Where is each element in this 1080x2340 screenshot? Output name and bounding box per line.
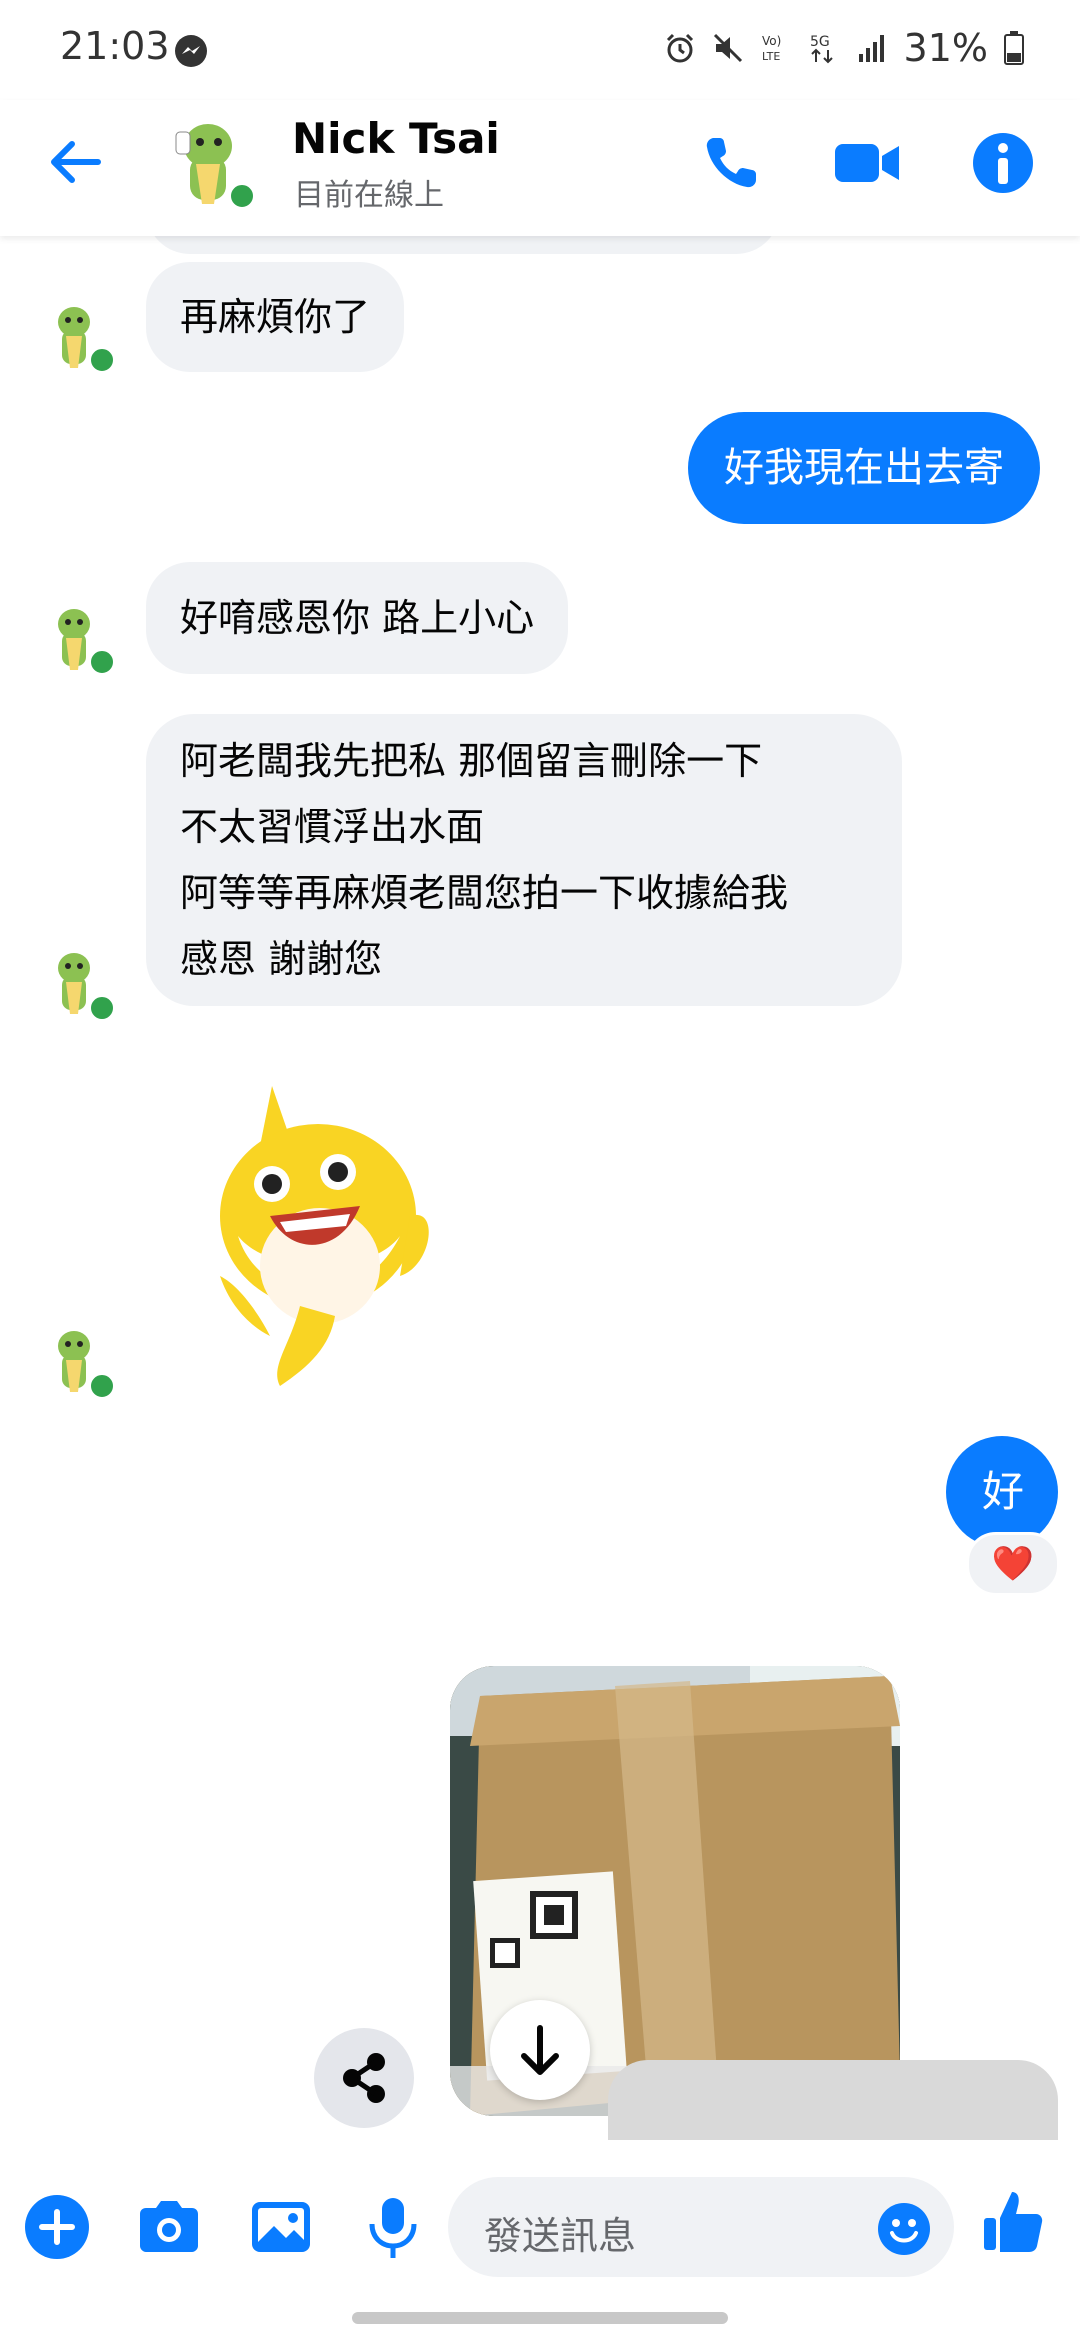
- online-indicator: [88, 346, 116, 374]
- 5g-icon: 5G: [810, 34, 833, 64]
- thumbs-up-icon[interactable]: [982, 2188, 1044, 2254]
- conversation-header: Nick Tsai 目前在線上: [0, 100, 1080, 236]
- volte-icon: Vo) LTE: [762, 34, 781, 63]
- message-line: 不太習慣浮出水面: [180, 805, 485, 849]
- signal-icon: [858, 35, 884, 62]
- contact-status: 目前在線上: [294, 178, 444, 213]
- share-icon: [343, 2053, 385, 2103]
- messenger-notification-icon: [175, 35, 207, 67]
- mute-icon: [713, 33, 742, 63]
- share-button[interactable]: [314, 2028, 414, 2128]
- phone-icon[interactable]: [696, 128, 766, 198]
- message-bubble-outgoing[interactable]: 好我現在出去寄: [688, 412, 1040, 524]
- status-indicators: Vo) LTE 5G 31%: [664, 26, 1024, 70]
- message-input[interactable]: 發送訊息: [448, 2177, 954, 2277]
- back-arrow-icon[interactable]: [46, 132, 106, 192]
- video-camera-icon[interactable]: [832, 128, 902, 198]
- image-icon[interactable]: [246, 2192, 316, 2262]
- next-photo-preview-partial[interactable]: [608, 2060, 1058, 2140]
- alarm-icon: [666, 33, 693, 63]
- home-indicator[interactable]: [352, 2312, 728, 2324]
- status-time: 21:03: [60, 24, 170, 68]
- svg-text:LTE: LTE: [762, 50, 780, 63]
- online-indicator: [88, 994, 116, 1022]
- heart-reaction-icon: ❤️: [991, 1544, 1035, 1584]
- svg-text:5G: 5G: [810, 34, 830, 50]
- online-indicator: [88, 1372, 116, 1400]
- svg-text:Vo): Vo): [762, 34, 781, 48]
- info-icon[interactable]: [968, 128, 1038, 198]
- camera-icon[interactable]: [134, 2192, 204, 2262]
- contact-avatar[interactable]: [166, 112, 256, 210]
- arrow-down-icon: [521, 2025, 559, 2075]
- message-composer: 發送訊息: [0, 2155, 1080, 2305]
- message-bubble-incoming[interactable]: 再麻煩你了: [146, 262, 405, 372]
- scroll-to-bottom-button[interactable]: [490, 2000, 590, 2100]
- battery-percentage: 31%: [903, 26, 988, 70]
- online-indicator: [228, 182, 256, 210]
- message-bubble-incoming-multiline[interactable]: 阿老闆我先把私 那個留言刪除一下 不太習慣浮出水面 阿等等再麻煩老闆您拍一下收據…: [146, 714, 902, 1006]
- contact-name[interactable]: Nick Tsai: [292, 114, 500, 163]
- status-bar: 21:03 Vo) LTE 5G 31%: [0, 0, 1080, 100]
- plus-icon[interactable]: [22, 2192, 92, 2262]
- microphone-icon[interactable]: [358, 2192, 428, 2262]
- message-line: 阿等等再麻煩老闆您拍一下收據給我: [180, 871, 789, 915]
- message-bubble-incoming[interactable]: 好唷感恩你 路上小心: [146, 562, 569, 674]
- message-input-placeholder: 發送訊息: [484, 2214, 637, 2258]
- emoji-icon[interactable]: [876, 2201, 932, 2257]
- baby-shark-sticker[interactable]: [200, 1066, 440, 1386]
- reaction-badge[interactable]: ❤️: [966, 1532, 1060, 1596]
- message-line: 感恩 謝謝您: [180, 937, 383, 981]
- online-indicator: [88, 648, 116, 676]
- message-line: 阿老闆我先把私 那個留言刪除一下: [180, 739, 763, 783]
- battery-icon: [1004, 31, 1024, 65]
